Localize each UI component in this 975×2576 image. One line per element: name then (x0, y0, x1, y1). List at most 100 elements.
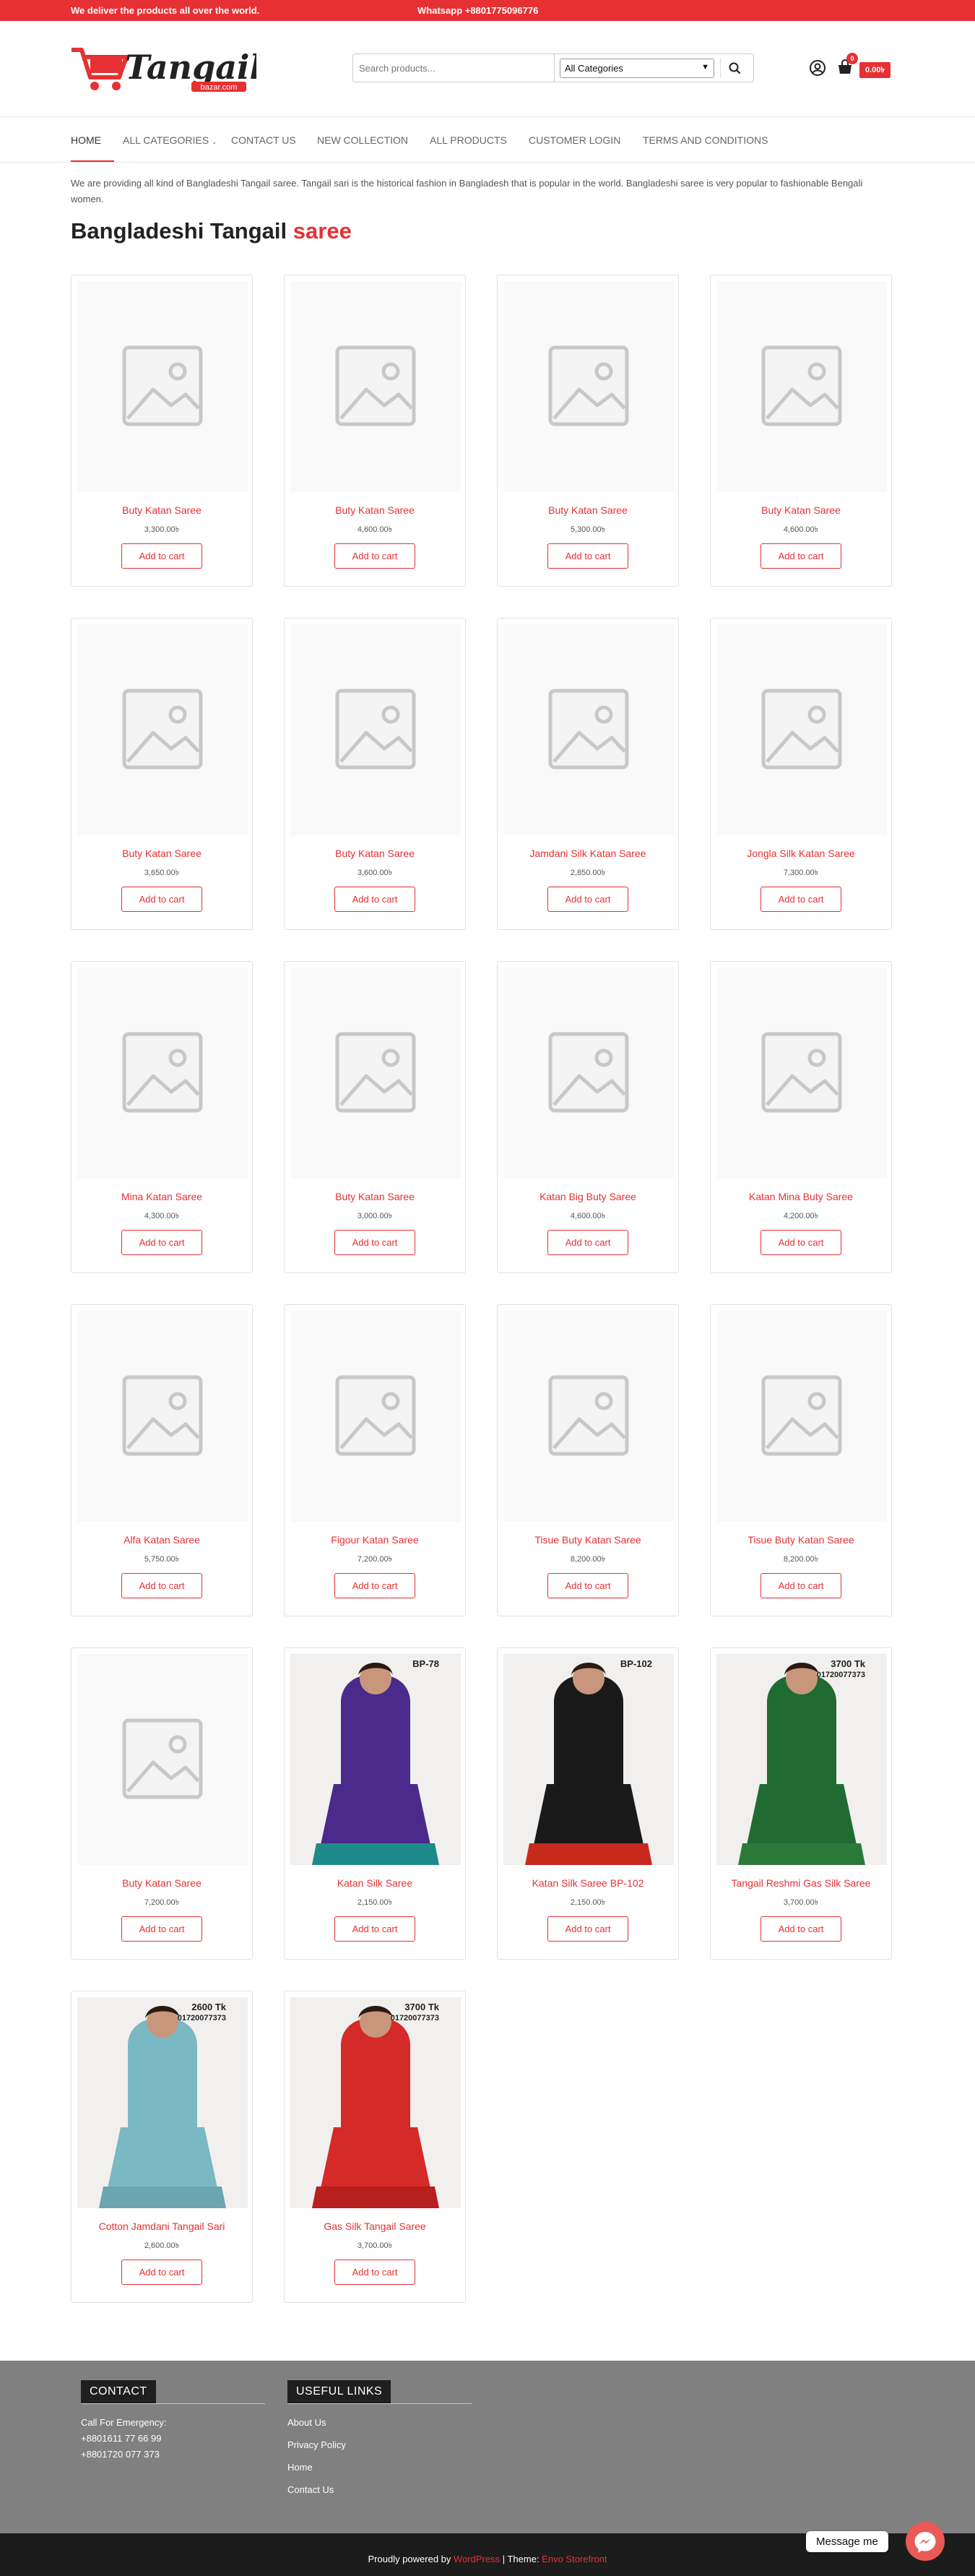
footer-link-home[interactable]: Home (287, 2462, 313, 2473)
product-placeholder-image[interactable] (503, 968, 674, 1179)
product-name[interactable]: Cotton Jamdani Tangail Sari (72, 2220, 252, 2232)
site-logo[interactable]: Tangail bazar.com (69, 43, 262, 100)
product-card[interactable]: Figour Katan Saree 7,200.00৳ Add to cart (284, 1304, 466, 1616)
product-name[interactable]: Jamdani Silk Katan Saree (498, 848, 678, 859)
product-name[interactable]: Katan Silk Saree (285, 1877, 465, 1889)
add-to-cart-button[interactable]: Add to cart (547, 1573, 628, 1598)
product-card[interactable]: Buty Katan Saree 3,300.00৳ Add to cart (71, 275, 253, 587)
product-photo[interactable]: BP-102 (503, 1654, 674, 1865)
product-card[interactable]: Buty Katan Saree 3,650.00৳ Add to cart (71, 618, 253, 930)
product-name[interactable]: Buty Katan Saree (498, 504, 678, 516)
product-name[interactable]: Buty Katan Saree (285, 504, 465, 516)
product-placeholder-image[interactable] (503, 1311, 674, 1522)
product-card[interactable]: Buty Katan Saree 4,600.00৳ Add to cart (710, 275, 892, 587)
product-placeholder-image[interactable] (77, 624, 248, 835)
add-to-cart-button[interactable]: Add to cart (121, 887, 202, 912)
footer-link-contact-us[interactable]: Contact Us (287, 2484, 334, 2495)
product-card[interactable]: Katan Big Buty Saree 4,600.00৳ Add to cart (497, 961, 679, 1273)
messenger-label[interactable]: Message me (806, 2531, 888, 2552)
product-card[interactable]: 3700 Tk 01720077373 Gas Silk Tangail Saree… (284, 1991, 466, 2303)
nav-item-terms[interactable]: TERMS AND CONDITIONS (643, 134, 768, 146)
nav-item-home[interactable]: HOME (71, 134, 101, 146)
product-card[interactable]: Buty Katan Saree 4,600.00৳ Add to cart (284, 275, 466, 587)
add-to-cart-button[interactable]: Add to cart (121, 1573, 202, 1598)
add-to-cart-button[interactable]: Add to cart (547, 1916, 628, 1942)
product-name[interactable]: Buty Katan Saree (72, 1877, 252, 1889)
footer-contact-phone-2[interactable]: +8801720 077 373 (81, 2449, 160, 2460)
user-account-icon[interactable] (809, 59, 826, 77)
product-placeholder-image[interactable] (290, 624, 461, 835)
product-card[interactable]: Tisue Buty Katan Saree 8,200.00৳ Add to ca… (497, 1304, 679, 1616)
product-placeholder-image[interactable] (503, 281, 674, 492)
product-name[interactable]: Figour Katan Saree (285, 1534, 465, 1546)
add-to-cart-button[interactable]: Add to cart (760, 887, 841, 912)
product-card[interactable]: Buty Katan Saree 3,000.00৳ Add to cart (284, 961, 466, 1273)
add-to-cart-button[interactable]: Add to cart (334, 543, 415, 569)
add-to-cart-button[interactable]: Add to cart (121, 1230, 202, 1255)
add-to-cart-button[interactable]: Add to cart (547, 1230, 628, 1255)
product-card[interactable]: Mina Katan Saree 4,300.00৳ Add to cart (71, 961, 253, 1273)
add-to-cart-button[interactable]: Add to cart (334, 1230, 415, 1255)
product-card[interactable]: 2600 Tk 01720077373 Cotton Jamdani Tangail… (71, 1991, 253, 2303)
add-to-cart-button[interactable]: Add to cart (121, 2260, 202, 2285)
product-card[interactable]: Buty Katan Saree 5,300.00৳ Add to cart (497, 275, 679, 587)
product-card[interactable]: BP-102 Katan Silk Saree BP-102 2,150.00৳ Ad… (497, 1647, 679, 1960)
add-to-cart-button[interactable]: Add to cart (334, 887, 415, 912)
add-to-cart-button[interactable]: Add to cart (121, 543, 202, 569)
add-to-cart-button[interactable]: Add to cart (760, 1230, 841, 1255)
product-card[interactable]: Tisue Buty Katan Saree 8,200.00৳ Add to ca… (710, 1304, 892, 1616)
product-card[interactable]: 3700 Tk 01720077373 Tangail Reshmi Gas Sil… (710, 1647, 892, 1960)
add-to-cart-button[interactable]: Add to cart (760, 1573, 841, 1598)
product-placeholder-image[interactable] (290, 1311, 461, 1522)
product-placeholder-image[interactable] (77, 968, 248, 1179)
product-card[interactable]: BP-78 Katan Silk Saree 2,150.00৳ Add to car… (284, 1647, 466, 1960)
product-name[interactable]: Katan Silk Saree BP-102 (498, 1877, 678, 1889)
footer-link-privacy-policy[interactable]: Privacy Policy (287, 2439, 346, 2450)
product-placeholder-image[interactable] (716, 624, 887, 835)
category-select[interactable]: All Categories ▼ (560, 59, 714, 78)
nav-item-contact-us[interactable]: CONTACT US (231, 134, 296, 146)
product-placeholder-image[interactable] (77, 1311, 248, 1522)
product-placeholder-image[interactable] (290, 968, 461, 1179)
product-name[interactable]: Jongla Silk Katan Saree (711, 848, 891, 859)
product-placeholder-image[interactable] (77, 281, 248, 492)
product-card[interactable]: Jamdani Silk Katan Saree 2,850.00৳ Add to … (497, 618, 679, 930)
product-name[interactable]: Alfa Katan Saree (72, 1534, 252, 1546)
product-card[interactable]: Katan Mina Buty Saree 4,200.00৳ Add to car… (710, 961, 892, 1273)
nav-item-all-categories[interactable]: ALL CATEGORIES ⌄ (123, 134, 217, 146)
footer-contact-phone-1[interactable]: +8801611 77 66 99 (81, 2433, 161, 2444)
cart-total[interactable]: 0.00৳ (859, 62, 890, 78)
product-name[interactable]: Katan Big Buty Saree (498, 1191, 678, 1202)
product-name[interactable]: Buty Katan Saree (285, 1191, 465, 1202)
product-placeholder-image[interactable] (716, 281, 887, 492)
product-name[interactable]: Buty Katan Saree (72, 848, 252, 859)
product-card[interactable]: Buty Katan Saree 3,600.00৳ Add to cart (284, 618, 466, 930)
product-name[interactable]: Buty Katan Saree (285, 848, 465, 859)
product-name[interactable]: Tisue Buty Katan Saree (498, 1534, 678, 1546)
product-card[interactable]: Alfa Katan Saree 5,750.00৳ Add to cart (71, 1304, 253, 1616)
product-placeholder-image[interactable] (503, 624, 674, 835)
product-name[interactable]: Mina Katan Saree (72, 1191, 252, 1202)
product-placeholder-image[interactable] (290, 281, 461, 492)
product-name[interactable]: Tisue Buty Katan Saree (711, 1534, 891, 1546)
product-photo[interactable]: 3700 Tk 01720077373 (716, 1654, 887, 1865)
product-name[interactable]: Tangail Reshmi Gas Silk Saree (711, 1877, 891, 1889)
product-placeholder-image[interactable] (77, 1654, 248, 1865)
wordpress-link[interactable]: WordPress (454, 2554, 500, 2564)
product-name[interactable]: Gas Silk Tangail Saree (285, 2220, 465, 2232)
footer-link-about-us[interactable]: About Us (287, 2417, 326, 2428)
product-photo[interactable]: 3700 Tk 01720077373 (290, 1997, 461, 2208)
product-name[interactable]: Buty Katan Saree (72, 504, 252, 516)
add-to-cart-button[interactable]: Add to cart (547, 543, 628, 569)
product-card[interactable]: Jongla Silk Katan Saree 7,300.00৳ Add to c… (710, 618, 892, 930)
add-to-cart-button[interactable]: Add to cart (760, 1916, 841, 1942)
add-to-cart-button[interactable]: Add to cart (334, 1916, 415, 1942)
nav-item-new-collection[interactable]: NEW COLLECTION (317, 134, 408, 146)
nav-item-customer-login[interactable]: CUSTOMER LOGIN (529, 134, 620, 146)
nav-item-all-products[interactable]: ALL PRODUCTS (430, 134, 507, 146)
product-placeholder-image[interactable] (716, 1311, 887, 1522)
messenger-button[interactable] (906, 2522, 945, 2561)
product-photo[interactable]: BP-78 (290, 1654, 461, 1865)
product-name[interactable]: Katan Mina Buty Saree (711, 1191, 891, 1202)
search-input[interactable] (359, 54, 540, 82)
